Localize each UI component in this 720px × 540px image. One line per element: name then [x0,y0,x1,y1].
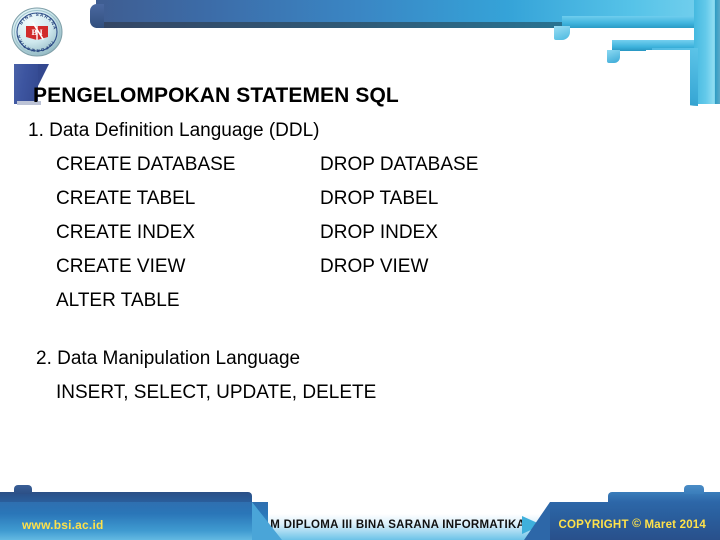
footer-left-cap [14,485,32,494]
ddl-drop-database: DROP DATABASE [320,154,479,175]
ddl-create-tabel: CREATE TABEL [56,188,196,209]
ddl-row-alter: ALTER TABLE [28,290,668,324]
footer-copyright: COPYRIGHT © Maret 2014 [559,516,707,531]
ddl-create-index: CREATE INDEX [56,222,196,243]
ddl-row-view: CREATE VIEW DROP VIEW [28,256,668,290]
title-flag-tip [38,64,49,86]
footer-left-upper-bar [0,492,252,502]
header-band-left-cap [90,4,104,28]
footer-right-notch [524,502,550,540]
section-2-heading: 2. Data Manipulation Language [28,348,668,382]
ddl-create-database: CREATE DATABASE [56,154,236,175]
footer-copyright-label: COPYRIGHT [558,519,629,531]
header-cyan-arm-upper [562,16,694,28]
header-cyan-notch-lower [607,50,620,63]
section-1-heading: 1. Data Definition Language (DDL) [28,120,668,154]
section-1-heading-text: 1. Data Definition Language (DDL) [28,120,320,141]
footer-copyright-date: Maret 2014 [644,519,706,531]
ddl-create-view: CREATE VIEW [56,256,186,277]
slide-canvas: BINA SARANA INFORMATIKA B I PENGELOMPOKA… [0,0,720,540]
dml-row-statements: INSERT, SELECT, UPDATE, DELETE [28,382,668,416]
ddl-drop-view: DROP VIEW [320,256,429,277]
footer-website-url[interactable]: www.bsi.ac.id [22,518,104,532]
header-cyan-notch-upper [554,26,570,40]
footer-right-cap [684,485,704,494]
ddl-row-database: CREATE DATABASE DROP DATABASE [28,154,668,188]
page-title: PENGELOMPOKAN STATEMEN SQL [33,84,399,107]
ddl-row-tabel: CREATE TABEL DROP TABEL [28,188,668,222]
header-cyan-right-edge [715,0,720,104]
ddl-drop-tabel: DROP TABEL [320,188,439,209]
slide-body: 1. Data Definition Language (DDL) CREATE… [28,120,668,416]
dml-statements: INSERT, SELECT, UPDATE, DELETE [56,382,377,403]
bsi-seal-logo: BINA SARANA INFORMATIKA B I [10,7,64,57]
ddl-alter-table: ALTER TABLE [56,290,180,311]
ddl-drop-index: DROP INDEX [320,222,438,243]
header-cyan-swoosh-cutout [646,50,690,110]
section-2-heading-text: 2. Data Manipulation Language [36,348,301,369]
footer-left-arrow-icon [252,502,282,540]
ddl-row-index: CREATE INDEX DROP INDEX [28,222,668,256]
copyright-icon: © [632,516,642,530]
